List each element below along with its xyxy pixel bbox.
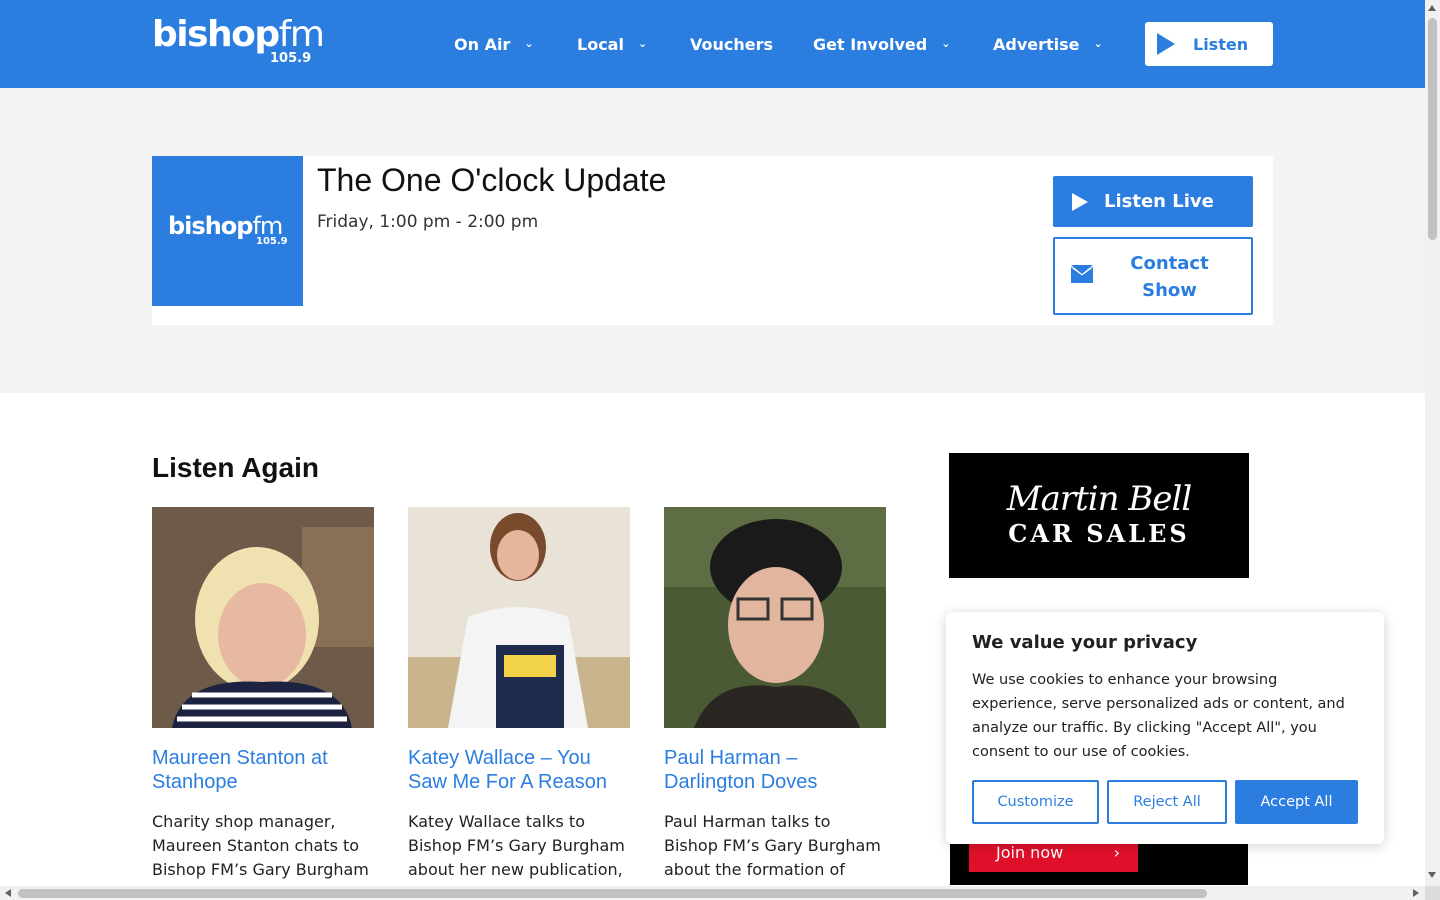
- episode-photo[interactable]: [408, 507, 630, 728]
- logo-frequency: 105.9: [270, 51, 312, 66]
- ad-brand-line: Martin Bell: [1006, 479, 1192, 519]
- nav-label: Get Involved: [813, 34, 928, 54]
- episode-card[interactable]: Maureen Stanton at Stanhope Charity shop…: [152, 507, 374, 882]
- nav-vouchers[interactable]: Vouchers: [690, 30, 773, 58]
- nav-get-involved[interactable]: Get Involved ⌄: [813, 30, 950, 58]
- scroll-right-arrow-icon[interactable]: [1413, 889, 1419, 897]
- episode-photo[interactable]: [152, 507, 374, 728]
- episode-photo[interactable]: [664, 507, 886, 728]
- episode-description: Katey Wallace talks to Bishop FM’s Gary …: [408, 812, 625, 879]
- logo-wordmark-fm: fm: [278, 14, 325, 55]
- site-logo[interactable]: bishopfm 105.9: [152, 14, 325, 70]
- chevron-down-icon: ⌄: [524, 36, 534, 50]
- chevron-down-icon: ⌄: [941, 36, 951, 50]
- chevron-right-icon: ›: [1113, 843, 1120, 862]
- show-time: Friday, 1:00 pm - 2:00 pm: [317, 212, 539, 232]
- contact-show-label: Contact Show: [1130, 253, 1209, 301]
- scroll-up-arrow-icon[interactable]: [1428, 5, 1436, 11]
- show-thumbnail: bishopfm 105.9: [152, 156, 303, 306]
- listen-live-label: Listen Live: [1104, 191, 1214, 212]
- show-title: The One O'clock Update: [317, 162, 667, 198]
- listen-again-heading: Listen Again: [152, 452, 319, 483]
- show-card: bishopfm 105.9 The One O'clock Update Fr…: [152, 156, 1273, 325]
- cookie-customize-button[interactable]: Customize: [972, 780, 1099, 824]
- episode-description: Charity shop manager, Maureen Stanton ch…: [152, 812, 369, 879]
- scroll-down-arrow-icon[interactable]: [1428, 872, 1436, 878]
- contact-show-button[interactable]: Contact Show: [1053, 237, 1253, 315]
- nav-label: Vouchers: [690, 34, 774, 54]
- horizontal-scroll-thumb[interactable]: [18, 889, 1207, 898]
- listen-live-button[interactable]: Listen Live: [1053, 176, 1253, 227]
- join-ad[interactable]: Join now ›: [950, 844, 1248, 885]
- chevron-down-icon: ⌄: [1093, 36, 1103, 50]
- play-icon: [1157, 33, 1175, 55]
- cookie-consent-banner: We value your privacy We use cookies to …: [946, 612, 1384, 844]
- nav-label: On Air: [454, 34, 511, 54]
- cookie-body: We use cookies to enhance your browsing …: [972, 672, 1345, 760]
- thumb-wordmark: bishop: [168, 212, 253, 240]
- cookie-reject-button[interactable]: Reject All: [1107, 780, 1227, 824]
- listen-label: Listen: [1193, 34, 1249, 54]
- nav-local[interactable]: Local ⌄: [577, 30, 647, 58]
- episode-title[interactable]: Katey Wallace – You Saw Me For A Reason: [408, 746, 630, 794]
- envelope-icon: [1071, 265, 1093, 283]
- play-icon: [1072, 192, 1088, 211]
- scrollbar-corner: [1425, 886, 1440, 900]
- episode-card[interactable]: Paul Harman – Darlington Doves Paul Harm…: [664, 507, 886, 882]
- logo-wordmark: bishop: [152, 14, 280, 55]
- site-header: bishopfm 105.9 On Air ⌄ Local ⌄ Vouchers…: [0, 0, 1425, 88]
- header-listen-button[interactable]: Listen: [1145, 22, 1273, 66]
- cookie-title: We value your privacy: [972, 632, 1198, 653]
- now-playing-band: bishopfm 105.9 The One O'clock Update Fr…: [0, 88, 1425, 393]
- horizontal-scrollbar[interactable]: [0, 886, 1425, 900]
- episode-description: Paul Harman talks to Bishop FM’s Gary Bu…: [664, 812, 881, 879]
- episode-title[interactable]: Maureen Stanton at Stanhope: [152, 746, 374, 794]
- nav-label: Advertise: [993, 34, 1080, 54]
- nav-on-air[interactable]: On Air ⌄: [454, 30, 534, 58]
- martin-bell-ad[interactable]: Martin Bell CAR SALES: [949, 453, 1249, 578]
- thumb-frequency: 105.9: [256, 236, 288, 247]
- join-now-label: Join now: [996, 843, 1064, 862]
- ad-brand-subline: CAR SALES: [1008, 519, 1190, 548]
- scroll-left-arrow-icon[interactable]: [5, 889, 11, 897]
- chevron-down-icon: ⌄: [637, 36, 648, 50]
- episode-card[interactable]: Katey Wallace – You Saw Me For A Reason …: [408, 507, 630, 882]
- cookie-accept-button[interactable]: Accept All: [1235, 780, 1358, 824]
- episode-title[interactable]: Paul Harman – Darlington Doves: [664, 746, 886, 794]
- nav-label: Local: [577, 34, 624, 54]
- vertical-scroll-thumb[interactable]: [1428, 18, 1437, 240]
- vertical-scrollbar[interactable]: [1425, 0, 1440, 886]
- join-now-button[interactable]: Join now ›: [969, 844, 1138, 872]
- nav-advertise[interactable]: Advertise ⌄: [993, 30, 1103, 58]
